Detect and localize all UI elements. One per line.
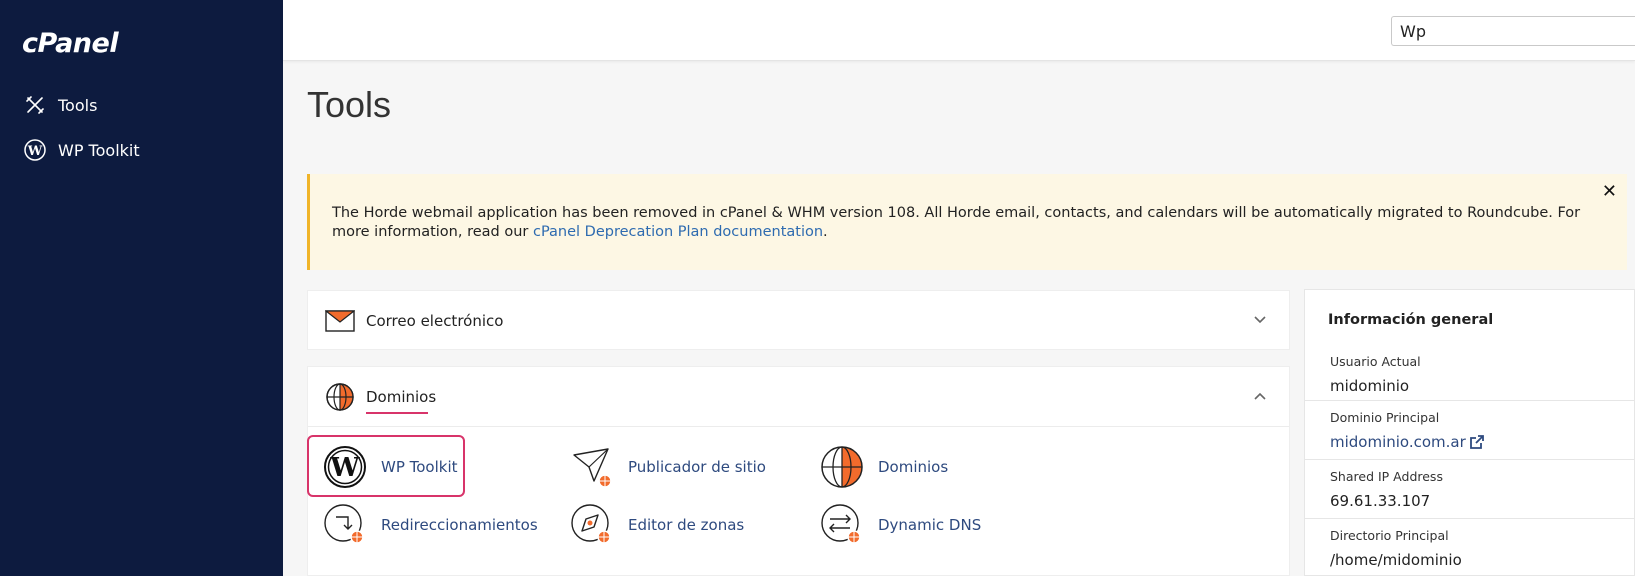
wordpress-icon: W: [323, 445, 367, 489]
sidebar-item-wp-toolkit[interactable]: W WP Toolkit: [24, 139, 140, 161]
redirect-icon: [323, 503, 367, 547]
external-link-icon: [1469, 435, 1484, 449]
sidebar-item-tools[interactable]: Tools: [24, 94, 97, 116]
primary-domain-link[interactable]: midominio.com.ar: [1330, 433, 1484, 451]
info-value: /home/midominio: [1330, 551, 1462, 569]
tool-label: WP Toolkit: [381, 458, 458, 476]
envelope-icon: [324, 305, 356, 337]
chevron-down-icon[interactable]: [1253, 313, 1267, 327]
tool-label: Editor de zonas: [628, 516, 745, 534]
info-row-user: Usuario Actual midominio: [1305, 345, 1635, 404]
section-domains-header[interactable]: Dominios: [308, 367, 1289, 427]
globe-icon: [820, 445, 864, 489]
info-value: midominio: [1330, 377, 1410, 395]
deprecation-alert: The Horde webmail application has been r…: [307, 174, 1627, 270]
page-title: Tools: [307, 84, 392, 125]
active-underline: [366, 412, 428, 414]
paper-plane-icon: [570, 445, 614, 489]
svg-text:W: W: [329, 453, 360, 483]
info-key: Directorio Principal: [1330, 528, 1449, 543]
section-title: Correo electrónico: [366, 312, 504, 330]
tool-domains[interactable]: Dominios: [820, 445, 948, 489]
close-icon[interactable]: ✕: [1602, 182, 1617, 201]
tools-icon: [24, 94, 46, 116]
tool-label: Dominios: [878, 458, 949, 476]
info-value: 69.61.33.107: [1330, 492, 1431, 510]
zone-editor-icon: [570, 503, 614, 547]
tool-wp-toolkit[interactable]: W WP Toolkit: [323, 445, 458, 489]
info-title: Información general: [1328, 312, 1494, 328]
alert-text: The Horde webmail application has been r…: [332, 205, 1581, 240]
info-row-domain: Dominio Principal midominio.com.ar: [1305, 400, 1635, 459]
section-title: Dominios: [366, 388, 437, 406]
section-email[interactable]: Correo electrónico: [307, 290, 1290, 350]
general-info-panel: Información general Usuario Actual midom…: [1304, 289, 1635, 576]
sidebar: cPanel Tools W WP Toolkit: [0, 0, 283, 576]
info-row-ip: Shared IP Address 69.61.33.107: [1305, 459, 1635, 518]
info-row-home: Directorio Principal /home/midominio: [1305, 518, 1635, 576]
tool-site-publisher[interactable]: Publicador de sitio: [570, 445, 766, 489]
alert-text-end: .: [823, 224, 828, 240]
tool-label: Redireccionamientos: [381, 516, 538, 534]
dns-icon: [820, 503, 864, 547]
sidebar-item-label: WP Toolkit: [58, 140, 140, 160]
chevron-up-icon[interactable]: [1253, 389, 1267, 403]
cpanel-logo[interactable]: cPanel: [22, 28, 119, 59]
tool-label: Dynamic DNS: [878, 516, 982, 534]
info-value: midominio.com.ar: [1330, 433, 1466, 451]
info-key: Usuario Actual: [1330, 354, 1421, 369]
tool-label: Publicador de sitio: [628, 458, 766, 476]
svg-text:W: W: [27, 144, 43, 159]
deprecation-doc-link[interactable]: cPanel Deprecation Plan documentation: [533, 224, 823, 240]
globe-icon: [324, 381, 356, 413]
info-key: Shared IP Address: [1330, 469, 1443, 484]
wordpress-icon: W: [24, 139, 46, 161]
topbar: [283, 0, 1635, 61]
tool-dynamic-dns[interactable]: Dynamic DNS: [820, 503, 981, 547]
search-input[interactable]: [1391, 16, 1635, 46]
tool-redirects[interactable]: Redireccionamientos: [323, 503, 538, 547]
sidebar-item-label: Tools: [58, 95, 98, 115]
tool-zone-editor[interactable]: Editor de zonas: [570, 503, 744, 547]
info-key: Dominio Principal: [1330, 410, 1440, 425]
